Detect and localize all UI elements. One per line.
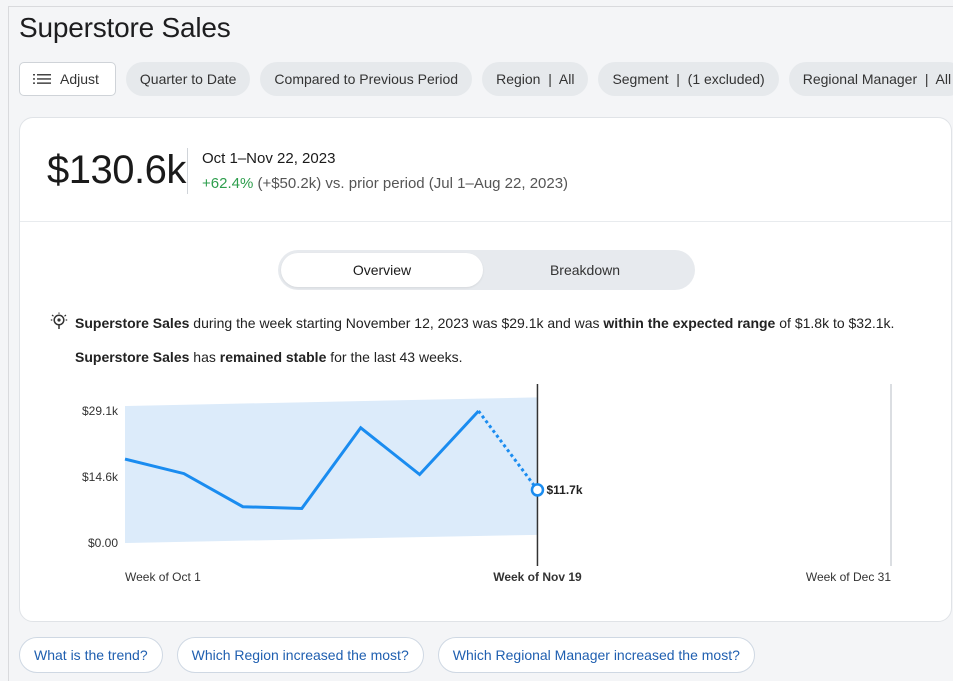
insight-2-status: remained stable <box>219 349 327 365</box>
y-tick-label: $14.6k <box>82 470 119 484</box>
insight-1-status: within the expected range <box>603 315 776 331</box>
adjust-button[interactable]: Adjust <box>19 62 116 96</box>
insight-lightbulb-icon <box>50 312 68 329</box>
kpi-change: +62.4% (+$50.2k) vs. prior period (Jul 1… <box>202 175 568 192</box>
view-toggle: Overview Breakdown <box>278 250 695 290</box>
insight-1-text-a: during the week starting November 12, 20… <box>189 315 604 331</box>
kpi-change-percent: +62.4% <box>202 175 254 192</box>
y-tick-label: $29.1k <box>82 404 119 418</box>
filter-region[interactable]: Region | All <box>482 62 589 96</box>
kpi-value: $130.6k <box>47 148 186 192</box>
metric-card: $130.6k Oct 1–Nov 22, 2023 +62.4% (+$50.… <box>19 117 952 622</box>
kpi-change-detail: (+$50.2k) vs. prior period (Jul 1–Aug 22… <box>253 175 569 192</box>
tab-breakdown[interactable]: Breakdown <box>484 253 686 287</box>
suggestion-trend[interactable]: What is the trend? <box>19 637 163 673</box>
filter-period[interactable]: Quarter to Date <box>125 62 251 96</box>
insight-1-text-b: of $1.8k to $32.1k. <box>775 315 895 331</box>
suggestion-region[interactable]: Which Region increased the most? <box>176 637 424 673</box>
suggested-questions: What is the trend? Which Region increase… <box>19 637 755 673</box>
kpi-date-range: Oct 1–Nov 22, 2023 <box>202 150 336 167</box>
suggestion-regional-manager[interactable]: Which Regional Manager increased the mos… <box>437 637 755 673</box>
sales-line-chart: $29.1k $14.6k $0.00 $11.7k Week of Oct 1 Week… <box>82 384 892 584</box>
adjust-label: Adjust <box>60 71 99 87</box>
insight-line-1: Superstore Sales during the week startin… <box>75 315 894 331</box>
current-value-label: $11.7k <box>546 483 582 497</box>
x-tick-label: Week of Dec 31 <box>806 570 891 584</box>
insight-2-metric: Superstore Sales <box>75 349 190 365</box>
adjust-icon <box>33 74 51 84</box>
filter-regional-manager[interactable]: Regional Manager | All <box>788 62 953 96</box>
x-tick-label: Week of Oct 1 <box>125 570 201 584</box>
y-tick-label: $0.00 <box>88 536 118 550</box>
insight-1-metric: Superstore Sales <box>75 315 190 331</box>
filter-segment[interactable]: Segment | (1 excluded) <box>598 62 779 96</box>
toolbar: Adjust Quarter to Date Compared to Previ… <box>19 62 953 96</box>
insight-line-2: Superstore Sales has remained stable for… <box>75 349 463 365</box>
page-title: Superstore Sales <box>19 12 231 43</box>
current-point <box>530 483 545 497</box>
kpi-divider <box>187 148 188 194</box>
insight-2-text-b: for the last 43 weeks. <box>326 349 463 365</box>
card-divider <box>20 221 951 222</box>
tab-overview[interactable]: Overview <box>281 253 483 287</box>
insight-2-text-a: has <box>189 349 220 365</box>
filter-comparison[interactable]: Compared to Previous Period <box>260 62 473 96</box>
x-tick-label: Week of Nov 19 <box>493 570 582 584</box>
